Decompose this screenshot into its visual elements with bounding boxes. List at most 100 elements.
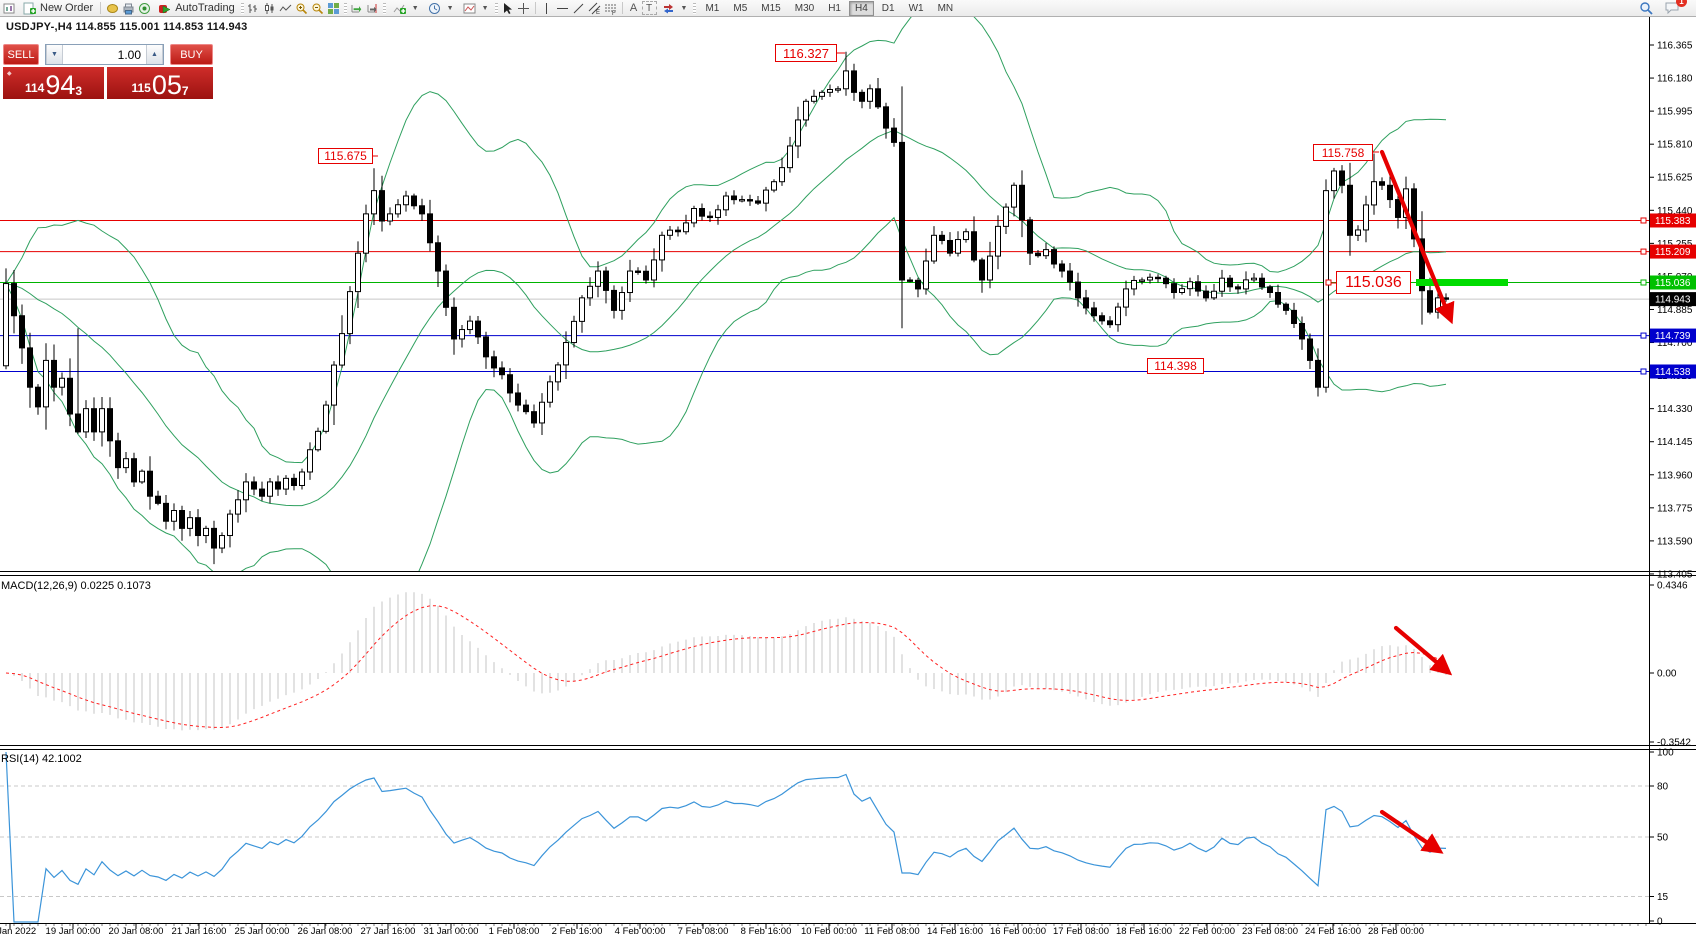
chart-window-icon[interactable]	[1, 1, 17, 16]
template-icon	[462, 1, 478, 16]
sell-price-small: 114	[25, 82, 44, 97]
toolbar-separator	[535, 2, 536, 14]
svg-text:7 Feb 08:00: 7 Feb 08:00	[678, 926, 729, 936]
timeframe-button-MN[interactable]: MN	[932, 1, 960, 16]
svg-text:116.180: 116.180	[1657, 74, 1693, 85]
chart-background	[0, 17, 1696, 936]
bar-chart-type-icon[interactable]	[246, 1, 262, 16]
time-axis[interactable]: 18 Jan 202219 Jan 00:0020 Jan 08:0021 Ja…	[0, 924, 1646, 936]
toolbar-separator	[622, 2, 623, 14]
svg-text:14 Feb 16:00: 14 Feb 16:00	[927, 926, 983, 936]
svg-text:8 Feb 16:00: 8 Feb 16:00	[741, 926, 792, 936]
connection-icon[interactable]	[136, 1, 152, 16]
dropdown-caret: ▼	[482, 5, 489, 12]
svg-text:16 Feb 00:00: 16 Feb 00:00	[990, 926, 1046, 936]
arrows-tool-icon	[661, 1, 677, 16]
timeframe-button-H4[interactable]: H4	[849, 1, 874, 16]
sell-price-big: 94	[45, 74, 75, 97]
candlestick-chart-type-icon[interactable]	[262, 1, 278, 16]
templates-button[interactable]: ▼	[458, 1, 493, 16]
tile-windows-icon[interactable]	[326, 1, 342, 16]
svg-text:115.209: 115.209	[1655, 247, 1691, 258]
autotrading-icon	[156, 1, 172, 16]
svg-text:113.960: 113.960	[1657, 470, 1693, 481]
horizontal-line-tool-icon[interactable]	[555, 1, 571, 16]
svg-text:114.145: 114.145	[1657, 437, 1693, 448]
volume-decrease-button[interactable]: ▼	[46, 45, 63, 64]
sell-button[interactable]: SELL	[3, 44, 39, 65]
svg-text:113.775: 113.775	[1657, 503, 1693, 514]
channel-tag: E	[596, 10, 600, 15]
toolbar-drag-handle	[383, 3, 386, 14]
svg-text:0.4346: 0.4346	[1657, 580, 1688, 591]
timeframe-button-H1[interactable]: H1	[822, 1, 847, 16]
buy-button[interactable]: BUY	[170, 44, 213, 65]
volume-input[interactable]: 1.00	[63, 45, 146, 64]
volume-increase-button[interactable]: ▲	[146, 45, 163, 64]
svg-text:113.405: 113.405	[1657, 569, 1693, 580]
vertical-line-tool-icon[interactable]	[539, 1, 555, 16]
crosshair-tool-icon[interactable]	[516, 1, 532, 16]
svg-text:114.739: 114.739	[1655, 331, 1691, 342]
svg-text:0: 0	[1657, 917, 1663, 928]
timeframe-button-D1[interactable]: D1	[876, 1, 901, 16]
zoom-in-icon[interactable]	[294, 1, 310, 16]
svg-text:28 Feb 00:00: 28 Feb 00:00	[1368, 926, 1424, 936]
svg-text:114.885: 114.885	[1657, 305, 1693, 316]
svg-text:27 Jan 16:00: 27 Jan 16:00	[361, 926, 416, 936]
buy-price-tile[interactable]: 115 05 7	[107, 67, 213, 99]
printer-icon[interactable]	[120, 1, 136, 16]
new-order-button[interactable]: New Order	[17, 1, 97, 16]
svg-text:26 Jan 08:00: 26 Jan 08:00	[298, 926, 353, 936]
buy-price-sup: 7	[182, 85, 189, 97]
cursor-tool-icon[interactable]	[500, 1, 516, 16]
timeframe-button-M15[interactable]: M15	[755, 1, 786, 16]
chart-shift-icon[interactable]	[365, 1, 381, 16]
svg-text:19 Jan 00:00: 19 Jan 00:00	[46, 926, 101, 936]
indicators-button[interactable]: ▼	[388, 1, 423, 16]
dropdown-caret: ▼	[447, 5, 454, 12]
equidistant-channel-tool-icon[interactable]: E	[587, 1, 603, 16]
toolbar-drag-handle	[344, 3, 347, 14]
indicators-icon	[392, 1, 408, 16]
svg-text:20 Jan 08:00: 20 Jan 08:00	[109, 926, 164, 936]
sell-price-tile[interactable]: ◆ 114 94 3	[3, 67, 104, 99]
notification-badge: 1	[1676, 0, 1687, 7]
timeframe-button-M1[interactable]: M1	[699, 1, 725, 16]
buy-price-big: 05	[152, 74, 182, 97]
svg-text:25 Jan 00:00: 25 Jan 00:00	[235, 926, 290, 936]
one-click-trading-panel: SELL ▼ 1.00 ▲ BUY ◆ 114 94 3 115 05 7	[3, 44, 213, 99]
svg-text:4 Feb 00:00: 4 Feb 00:00	[615, 926, 666, 936]
chart-area[interactable]: 116.365116.180115.995115.810115.625115.4…	[0, 0, 1696, 936]
auto-scroll-icon[interactable]	[349, 1, 365, 16]
autotrading-button[interactable]: AutoTrading	[152, 1, 239, 16]
buy-price-small: 115	[131, 82, 150, 97]
timeframe-button-M30[interactable]: M30	[789, 1, 820, 16]
search-icon[interactable]	[1638, 1, 1654, 16]
svg-text:2 Feb 16:00: 2 Feb 16:00	[552, 926, 603, 936]
new-order-icon	[21, 1, 37, 16]
dropdown-caret: ▼	[412, 5, 419, 12]
new-order-label: New Order	[40, 2, 93, 14]
svg-text:31 Jan 00:00: 31 Jan 00:00	[424, 926, 479, 936]
autotrading-label: AutoTrading	[175, 2, 235, 14]
text-tool-icon[interactable]: A	[626, 1, 642, 16]
text-label-tool-icon[interactable]: T	[642, 1, 657, 15]
clock-icon	[427, 1, 443, 16]
fibonacci-tool-icon[interactable]: F	[603, 1, 619, 16]
zoom-out-icon[interactable]	[310, 1, 326, 16]
svg-text:0.00: 0.00	[1657, 669, 1677, 680]
arrows-tool-button[interactable]: ▼	[657, 1, 692, 16]
timeframe-button-W1[interactable]: W1	[903, 1, 930, 16]
toolbar-drag-handle	[241, 3, 244, 14]
svg-text:100: 100	[1657, 748, 1674, 759]
line-chart-type-icon[interactable]	[278, 1, 294, 16]
trendline-tool-icon[interactable]	[571, 1, 587, 16]
timeframe-button-M5[interactable]: M5	[727, 1, 753, 16]
notifications-button[interactable]: 1	[1664, 0, 1680, 17]
svg-text:114.330: 114.330	[1657, 404, 1693, 415]
toolbar-drag-handle	[693, 3, 696, 14]
coin-icon[interactable]	[104, 1, 120, 16]
periods-button[interactable]: ▼	[423, 1, 458, 16]
svg-text:114.943: 114.943	[1655, 295, 1691, 306]
